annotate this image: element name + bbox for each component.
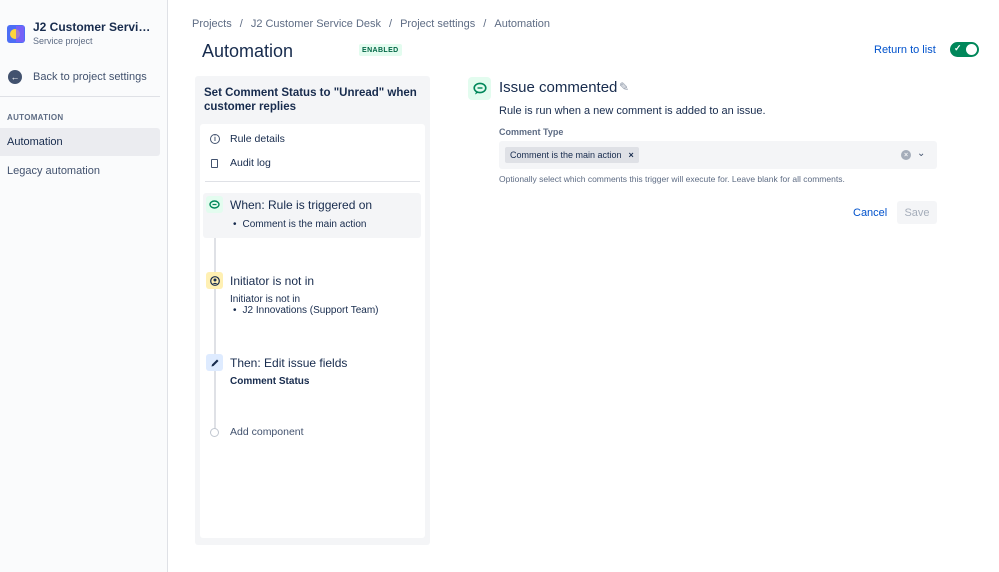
remove-chip-icon[interactable]: × [629, 150, 634, 160]
info-icon: i [210, 134, 220, 144]
breadcrumb: Projects / J2 Customer Service Desk / Proj… [192, 18, 551, 30]
step-detail-item: Comment is the main action [230, 219, 367, 230]
cancel-button[interactable]: Cancel [853, 207, 887, 219]
chevron-down-icon[interactable]: ⌄ [917, 148, 925, 159]
help-text: Optionally select which comments this tr… [499, 174, 845, 184]
step-label: Then: Edit issue fields [230, 355, 348, 370]
trigger-step-header: When: Rule is triggered on [206, 196, 372, 213]
edit-pencil-icon[interactable]: ✎ [619, 80, 629, 94]
arrow-left-icon: ← [8, 70, 22, 84]
project-header[interactable]: J2 Customer Service Desk Service project [7, 20, 155, 46]
save-button[interactable]: Save [897, 201, 937, 224]
breadcrumb-projects[interactable]: Projects [192, 18, 232, 30]
project-name: J2 Customer Service Desk [33, 20, 155, 34]
sidebar-item-label: Legacy automation [7, 165, 100, 177]
comment-type-select[interactable]: Comment is the main action × × ⌄ [499, 141, 937, 169]
sidebar-divider [0, 96, 160, 97]
trigger-description: Rule is run when a new comment is added … [499, 105, 766, 117]
breadcrumb-project-settings[interactable]: Project settings [400, 18, 475, 30]
status-badge: ENABLED [359, 44, 402, 56]
breadcrumb-project[interactable]: J2 Customer Service Desk [251, 18, 381, 30]
back-label: Back to project settings [33, 71, 147, 83]
chip-label: Comment is the main action [510, 150, 622, 160]
check-icon: ✓ [954, 43, 962, 53]
sidebar-item-legacy-automation[interactable]: Legacy automation [0, 157, 160, 185]
timeline-line [214, 208, 216, 430]
back-to-project-settings-link[interactable]: ← Back to project settings [8, 70, 147, 84]
add-circle-icon [210, 427, 219, 437]
sidebar: J2 Customer Service Desk Service project… [0, 0, 168, 572]
clear-icon[interactable]: × [901, 150, 911, 160]
add-component-button[interactable]: Add component [210, 426, 304, 438]
selected-chip[interactable]: Comment is the main action × [505, 147, 639, 163]
trigger-title: Issue commented [499, 79, 618, 96]
rule-details-link[interactable]: i Rule details [210, 133, 285, 145]
audit-log-link[interactable]: Audit log [210, 157, 271, 169]
step-label: When: Rule is triggered on [230, 197, 373, 212]
rule-enabled-toggle[interactable]: ✓ [950, 42, 979, 57]
project-avatar-icon [7, 25, 25, 43]
step-detail: Comment is the main action [230, 219, 367, 230]
comment-icon [206, 196, 223, 213]
step-detail: Initiator is not in J2 Innovations (Supp… [230, 294, 379, 316]
step-detail-text: Initiator is not in [230, 294, 301, 305]
rule-components: i Rule details Audit log When: Rule is t… [200, 124, 425, 538]
sidebar-item-automation[interactable]: Automation [0, 128, 160, 156]
project-type: Service project [33, 36, 93, 46]
pencil-icon [206, 354, 223, 371]
step-label: Initiator is not in [230, 273, 315, 288]
sidebar-section-title: AUTOMATION [7, 113, 64, 122]
return-to-list-link[interactable]: Return to list [874, 44, 936, 56]
rule-title: Set Comment Status to "Unread" when cust… [204, 87, 417, 113]
page-title: Automation [202, 41, 294, 61]
step-detail: Comment Status [230, 376, 310, 387]
condition-step[interactable]: Initiator is not in [206, 272, 314, 289]
comment-icon [468, 77, 491, 100]
user-icon [206, 272, 223, 289]
breadcrumb-automation[interactable]: Automation [494, 18, 550, 30]
document-icon [211, 158, 218, 168]
toggle-knob [966, 44, 977, 55]
divider [205, 181, 420, 182]
menu-item-label: Audit log [230, 157, 271, 169]
sidebar-item-label: Automation [7, 136, 63, 148]
trigger-step[interactable]: When: Rule is triggered on Comment is th… [203, 193, 421, 238]
comment-type-label: Comment Type [499, 127, 564, 137]
step-detail-item: J2 Innovations (Support Team) [230, 305, 379, 316]
menu-item-label: Rule details [230, 133, 285, 145]
add-component-label: Add component [230, 426, 304, 438]
action-step[interactable]: Then: Edit issue fields [206, 354, 347, 371]
rule-panel: Set Comment Status to "Unread" when cust… [195, 76, 430, 545]
